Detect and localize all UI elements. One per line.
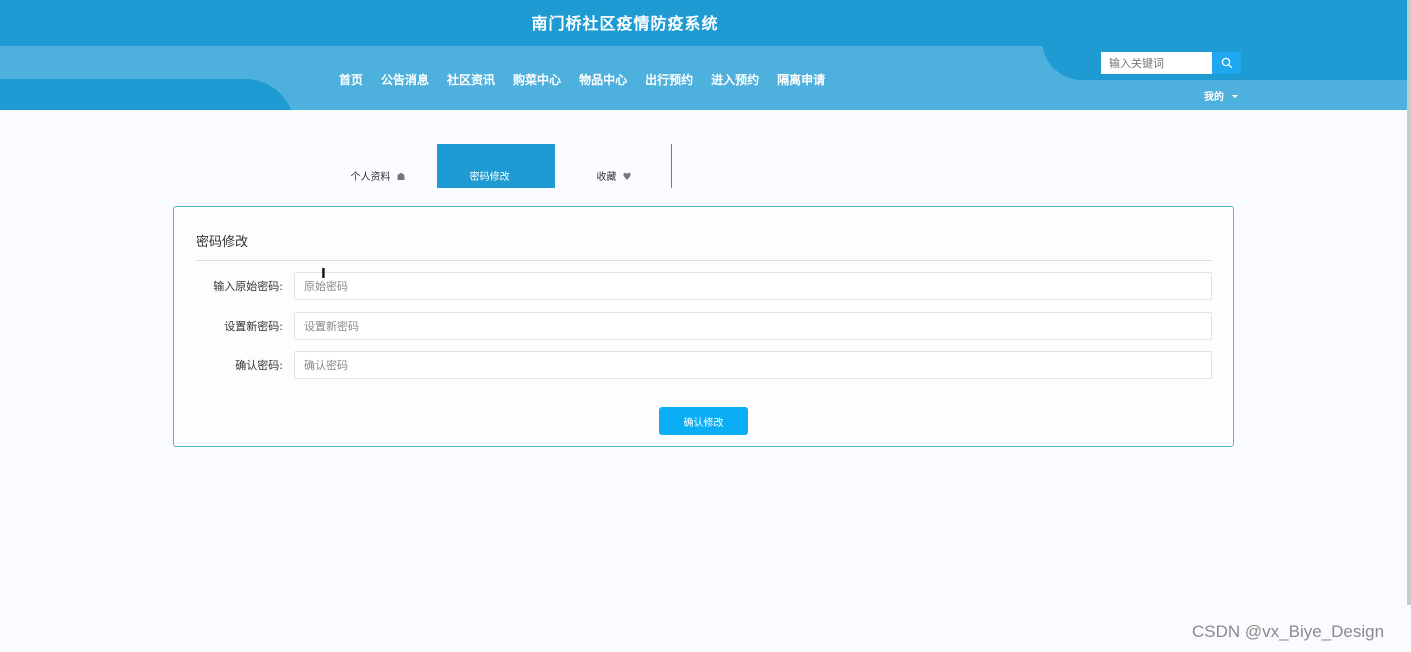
new-password-row: 设置新密码: <box>174 312 1235 340</box>
tab-divider <box>671 144 672 188</box>
old-password-row: 输入原始密码: <box>174 272 1235 300</box>
nav-item-quarantine-apply[interactable]: 隔离申请 <box>768 71 834 88</box>
my-account-menu[interactable]: 我的 <box>1204 88 1238 103</box>
nav-item-travel-booking[interactable]: 出行预约 <box>636 71 702 88</box>
site-header: 南门桥社区疫情防疫系统 首页 公告消息 社区资讯 购菜中心 物品中心 出行预约 … <box>0 0 1411 110</box>
new-password-input[interactable] <box>294 312 1212 340</box>
site-title: 南门桥社区疫情防疫系统 <box>531 14 719 33</box>
nav-item-goods-center[interactable]: 物品中心 <box>570 71 636 88</box>
confirm-change-button[interactable]: 确认修改 <box>659 407 748 435</box>
scrollbar[interactable] <box>1407 0 1411 605</box>
search-box <box>1101 52 1241 74</box>
new-password-label: 设置新密码: <box>224 320 283 333</box>
profile-tabs: 个人资料 ☗ 密码修改 ▪ 收藏 ♥ <box>319 144 673 188</box>
old-password-label: 输入原始密码: <box>213 280 283 293</box>
lock-icon: ▪ <box>515 172 523 183</box>
nav-item-entry-booking[interactable]: 进入预约 <box>702 71 768 88</box>
tab-label: 收藏 <box>596 172 617 183</box>
header-left-curve <box>0 79 295 110</box>
divider <box>196 260 1212 261</box>
nav-item-community-news[interactable]: 社区资讯 <box>438 71 504 88</box>
chevron-down-icon <box>1232 94 1238 98</box>
tab-label: 个人资料 <box>350 172 391 183</box>
text-cursor-icon: I <box>321 267 326 282</box>
tab-favorites[interactable]: 收藏 ♥ <box>555 144 673 188</box>
old-password-input[interactable] <box>294 272 1212 300</box>
confirm-password-label: 确认密码: <box>235 359 283 372</box>
nav-item-grocery-center[interactable]: 购菜中心 <box>504 71 570 88</box>
password-panel: 密码修改 输入原始密码: 设置新密码: 确认密码: 确认修改 <box>173 206 1234 447</box>
search-icon <box>1221 54 1233 73</box>
tab-label: 密码修改 <box>469 172 510 183</box>
tab-profile[interactable]: 个人资料 ☗ <box>319 144 437 188</box>
tab-password[interactable]: 密码修改 ▪ <box>437 144 555 188</box>
main-nav: 首页 公告消息 社区资讯 购菜中心 物品中心 出行预约 进入预约 隔离申请 <box>330 71 834 88</box>
nav-item-home[interactable]: 首页 <box>330 71 372 88</box>
nav-item-announcements[interactable]: 公告消息 <box>372 71 438 88</box>
my-account-label: 我的 <box>1204 92 1224 103</box>
panel-title: 密码修改 <box>196 235 249 250</box>
watermark: CSDN @vx_Biye_Design <box>1192 622 1385 641</box>
confirm-password-input[interactable] <box>294 351 1212 379</box>
heart-icon: ♥ <box>622 172 632 183</box>
house-icon: ☗ <box>396 172 406 183</box>
search-button[interactable] <box>1212 52 1241 74</box>
confirm-password-row: 确认密码: <box>174 351 1235 379</box>
search-input[interactable] <box>1101 52 1212 74</box>
